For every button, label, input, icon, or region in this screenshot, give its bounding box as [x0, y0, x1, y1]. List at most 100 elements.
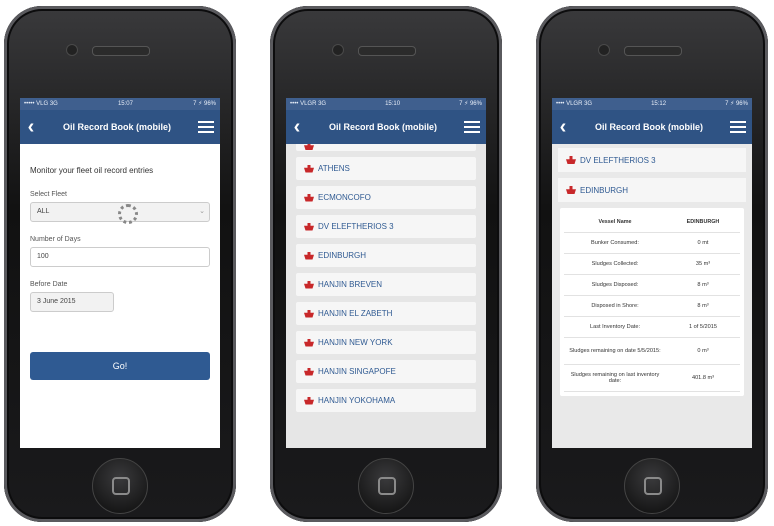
list-item[interactable]: ECMONCOFO — [296, 186, 476, 209]
nav-bar: ‹ Oil Record Book (mobile) — [20, 110, 220, 144]
status-time: 15:10 — [385, 101, 401, 107]
status-bar: ••••• VLG 3G 15:07 7 ⚡ 96% — [20, 98, 220, 110]
home-square-icon — [112, 477, 130, 495]
list-item[interactable]: HANJIN EL ZABETH — [296, 302, 476, 325]
home-button[interactable] — [358, 458, 414, 514]
table-header-key: Vessel Name — [598, 219, 632, 225]
date-picker-value: 3 June 2015 — [37, 298, 76, 305]
vessel-list: ATHENS ECMONCOFO DV ELEFTHERIOS 3 EDINBU… — [286, 144, 486, 448]
app-screen-1: ••••• VLG 3G 15:07 7 ⚡ 96% ‹ Oil Record … — [20, 98, 220, 448]
back-button[interactable]: ‹ — [552, 110, 574, 144]
ship-icon — [304, 222, 314, 231]
back-button[interactable]: ‹ — [20, 110, 42, 144]
list-item[interactable]: EDINBURGH — [296, 244, 476, 267]
hamburger-menu-icon[interactable] — [192, 121, 220, 133]
days-input-value: 100 — [37, 253, 49, 260]
row-key: Sludges Disposed: — [591, 282, 639, 288]
nav-bar: ‹ Oil Record Book (mobile) — [552, 110, 752, 144]
vessel-name: HANJIN BREVEN — [318, 280, 383, 289]
ship-icon — [304, 309, 314, 318]
camera — [66, 44, 78, 56]
vessel-name: EDINBURGH — [580, 185, 629, 195]
list-item-partial[interactable] — [296, 144, 476, 151]
carrier-signal: •••• VLGR 3G — [556, 101, 593, 107]
battery-status: 7 ⚡ 96% — [725, 101, 748, 107]
row-value: 35 m³ — [695, 261, 711, 267]
speaker — [92, 46, 150, 56]
list-item[interactable]: ATHENS — [296, 157, 476, 180]
chevron-down-icon: ⌄ — [199, 208, 205, 215]
camera — [598, 44, 610, 56]
vessel-name: ECMONCOFO — [318, 193, 371, 202]
vessel-name: HANJIN NEW YORK — [318, 338, 393, 347]
phone-frame-1: ••••• VLG 3G 15:07 7 ⚡ 96% ‹ Oil Record … — [4, 6, 236, 522]
vessel-stats-table: Vessel Name EDINBURGH Bunker Consumed: 0… — [560, 208, 744, 396]
battery-status: 7 ⚡ 96% — [459, 101, 482, 107]
ship-icon — [304, 396, 314, 405]
go-button[interactable]: Go! — [30, 352, 210, 380]
home-button[interactable] — [92, 458, 148, 514]
vessel-name: ATHENS — [318, 164, 350, 173]
nav-bar: ‹ Oil Record Book (mobile) — [286, 110, 486, 144]
ship-icon — [304, 164, 314, 173]
row-value: 1 of 5/2015 — [689, 324, 717, 330]
vessel-name: DV ELEFTHERIOS 3 — [580, 155, 656, 165]
fleet-label: Select Fleet — [30, 191, 67, 198]
home-button[interactable] — [624, 458, 680, 514]
vessel-name: EDINBURGH — [318, 251, 367, 260]
hamburger-menu-icon[interactable] — [458, 121, 486, 133]
status-bar: •••• VLGR 3G 15:10 7 ⚡ 96% — [286, 98, 486, 110]
table-header-row: Vessel Name EDINBURGH — [564, 212, 740, 233]
row-value: 0 mt — [697, 240, 709, 246]
date-picker[interactable]: 3 June 2015 — [30, 292, 114, 312]
page-title: Oil Record Book (mobile) — [328, 122, 437, 132]
list-item[interactable]: HANJIN YOKOHAMA — [296, 389, 476, 412]
status-bar: •••• VLGR 3G 15:12 7 ⚡ 96% — [552, 98, 752, 110]
table-row: Sludges Collected: 35 m³ — [564, 254, 740, 275]
camera — [332, 44, 344, 56]
app-screen-3: •••• VLGR 3G 15:12 7 ⚡ 96% ‹ Oil Record … — [552, 98, 752, 448]
table-row: Sludges remaining on last inventory date… — [564, 365, 740, 392]
row-key: Sludges remaining on last inventory date… — [570, 372, 660, 384]
back-button[interactable]: ‹ — [286, 110, 308, 144]
home-square-icon — [378, 477, 396, 495]
intro-text: Monitor your fleet oil record entries — [30, 166, 154, 175]
ship-icon — [566, 186, 576, 194]
table-row: Sludges Disposed: 8 m³ — [564, 275, 740, 296]
status-time: 15:12 — [651, 101, 667, 107]
list-item[interactable]: HANJIN BREVEN — [296, 273, 476, 296]
table-row: Last Inventory Date: 1 of 5/2015 — [564, 317, 740, 338]
vessel-header[interactable]: DV ELEFTHERIOS 3 — [558, 148, 746, 172]
vessel-name: HANJIN EL ZABETH — [318, 309, 393, 318]
page-title: Oil Record Book (mobile) — [594, 122, 703, 132]
vessel-detail: DV ELEFTHERIOS 3 EDINBURGH Vessel Name E… — [552, 144, 752, 448]
ship-icon — [304, 280, 314, 289]
row-value: 8 m³ — [697, 282, 709, 288]
row-key: Bunker Consumed: — [591, 240, 639, 246]
table-row: Disposed in Shore: 8 m³ — [564, 296, 740, 317]
speaker — [624, 46, 682, 56]
list-item[interactable]: DV ELEFTHERIOS 3 — [296, 215, 476, 238]
status-time: 15:07 — [117, 101, 133, 107]
ship-icon — [566, 156, 576, 164]
carrier-signal: •••• VLGR 3G — [290, 101, 327, 107]
app-screen-2: •••• VLGR 3G 15:10 7 ⚡ 96% ‹ Oil Record … — [286, 98, 486, 448]
home-square-icon — [644, 477, 662, 495]
list-item[interactable]: HANJIN SINGAPOFE — [296, 360, 476, 383]
table-row: Sludges remaining on date 5/5/2015: 0 m³ — [564, 338, 740, 365]
phone-frame-3: •••• VLGR 3G 15:12 7 ⚡ 96% ‹ Oil Record … — [536, 6, 768, 522]
battery-status: 7 ⚡ 96% — [193, 101, 216, 107]
phone-frame-2: •••• VLGR 3G 15:10 7 ⚡ 96% ‹ Oil Record … — [270, 6, 502, 522]
list-item[interactable]: HANJIN NEW YORK — [296, 331, 476, 354]
loading-spinner-icon — [118, 204, 138, 224]
ship-icon — [304, 367, 314, 376]
hamburger-menu-icon[interactable] — [724, 121, 752, 133]
vessel-name: HANJIN SINGAPOFE — [318, 367, 396, 376]
row-key: Disposed in Shore: — [591, 303, 639, 309]
vessel-name: DV ELEFTHERIOS 3 — [318, 222, 394, 231]
table-header-value: EDINBURGH — [686, 219, 720, 225]
days-input[interactable]: 100 — [30, 247, 210, 267]
vessel-header-selected[interactable]: EDINBURGH — [558, 178, 746, 202]
date-label: Before Date — [30, 281, 68, 288]
ship-icon — [304, 338, 314, 347]
